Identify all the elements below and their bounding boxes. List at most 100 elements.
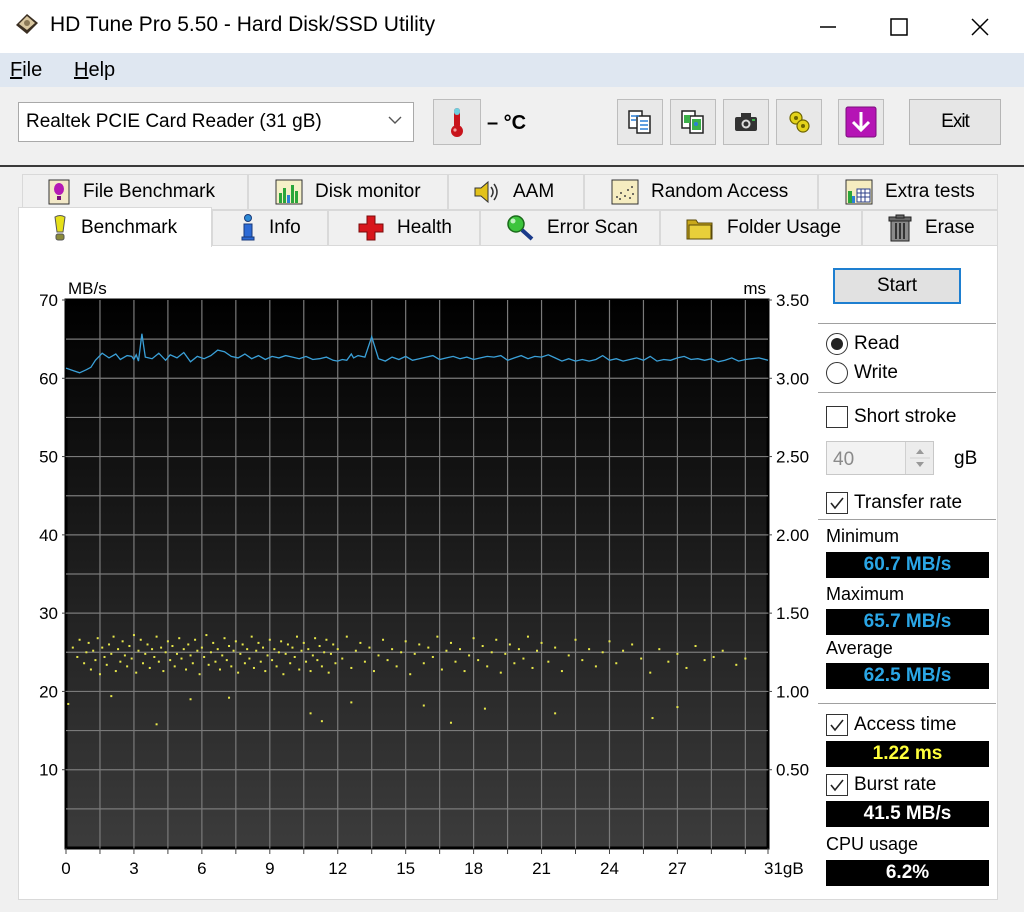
access-time-point [391, 648, 394, 651]
access-time-point [103, 655, 106, 658]
y-right-tick-label: 2.50 [776, 448, 809, 467]
access-time-point [94, 659, 97, 662]
access-time-point [126, 665, 129, 668]
access-time-point [336, 648, 339, 651]
access-time-point [567, 654, 570, 657]
y-left-tick-label: 20 [39, 682, 58, 701]
access-time-point [490, 651, 493, 654]
close-button[interactable] [945, 0, 1015, 53]
access-time-point [409, 673, 412, 676]
access-time-point [649, 671, 652, 674]
access-time-point [314, 637, 317, 640]
x-tick-label: 15 [396, 859, 415, 878]
access-time-point [554, 646, 557, 649]
access-time-point [105, 663, 108, 666]
download-button[interactable] [838, 99, 884, 145]
access-time-point [128, 645, 131, 648]
access-time-point [318, 645, 321, 648]
extra-tests-icon [845, 179, 873, 205]
tab-erase[interactable]: Erase [862, 210, 998, 246]
maximize-button[interactable] [864, 0, 934, 53]
access-time-point [89, 668, 92, 671]
access-time-point [581, 659, 584, 662]
minimum-label: Minimum [826, 526, 900, 546]
access-time-point [151, 648, 154, 651]
transfer-rate-checkbox[interactable]: Transfer rate [826, 492, 962, 514]
y-left-tick-label: 30 [39, 604, 58, 623]
access-time-point [71, 646, 74, 649]
short-stroke-size-input[interactable]: 40 [826, 441, 934, 475]
access-time-point [119, 660, 122, 663]
access-time-point [305, 660, 308, 663]
access-time-point [431, 655, 434, 658]
short-stroke-label: Short stroke [854, 406, 957, 427]
access-time-point [255, 649, 258, 652]
access-time-point [178, 637, 181, 640]
exit-button[interactable]: Exit [909, 99, 1001, 145]
access-time-point [413, 652, 416, 655]
average-value: 62.5 MB/s [826, 663, 989, 689]
transfer-rate-label: Transfer rate [854, 492, 963, 513]
access-time-point [289, 662, 292, 665]
access-time-point [180, 657, 183, 660]
access-time-point [526, 635, 529, 638]
access-time-point [216, 648, 219, 651]
checkmark-icon [830, 719, 844, 732]
tab-extra-tests[interactable]: Extra tests [818, 174, 998, 210]
access-time-point [459, 648, 462, 651]
burst-rate-value: 41.5 MB/s [826, 801, 989, 827]
access-time-point [382, 638, 385, 641]
y-axis-right-label: ms [743, 279, 766, 298]
benchmark-icon [54, 214, 66, 240]
access-time-point [243, 662, 246, 665]
start-button[interactable]: Start [833, 268, 961, 304]
x-tick-label: 6 [197, 859, 206, 878]
access-time-point [187, 643, 190, 646]
y-right-tick-label: 3.50 [776, 291, 809, 310]
access-time-point [334, 662, 337, 665]
maximize-icon [890, 17, 908, 36]
access-time-point [96, 637, 99, 640]
read-radio[interactable]: Read [826, 333, 899, 355]
y-right-tick-label: 0.50 [776, 761, 809, 780]
access-time-point [323, 651, 326, 654]
access-time-point [207, 663, 210, 666]
access-time-point [196, 649, 199, 652]
access-time-point [418, 643, 421, 646]
access-time-point [472, 637, 475, 640]
access-time-point [316, 659, 319, 662]
access-time-point [658, 648, 661, 651]
access-time-point [241, 643, 244, 646]
access-time-point [640, 657, 643, 660]
access-time-point [277, 651, 280, 654]
access-time-point [341, 657, 344, 660]
access-time-point [284, 652, 287, 655]
access-time-point [169, 659, 172, 662]
burst-rate-label: Burst rate [854, 774, 937, 795]
access-time-point [601, 651, 604, 654]
access-time-point [495, 638, 498, 641]
access-time-point [259, 660, 262, 663]
burst-rate-box [826, 774, 848, 796]
access-time-point [483, 707, 486, 710]
access-time-point [386, 659, 389, 662]
access-time-point [250, 635, 253, 638]
access-time-point [531, 666, 534, 669]
write-radio[interactable]: Write [826, 362, 898, 384]
access-time-point [311, 654, 314, 657]
access-time-checkbox[interactable]: Access time [826, 714, 956, 736]
access-time-point [182, 648, 185, 651]
access-time-point [440, 668, 443, 671]
burst-rate-checkbox[interactable]: Burst rate [826, 774, 936, 796]
access-time-point [123, 654, 126, 657]
short-stroke-checkbox[interactable]: Short stroke [826, 406, 956, 428]
access-time-point [536, 649, 539, 652]
access-time-point [257, 641, 260, 644]
access-time-point [631, 643, 634, 646]
access-time-point [221, 654, 224, 657]
tab-benchmark[interactable]: Benchmark [18, 207, 212, 247]
access-time-point [101, 646, 104, 649]
spin-buttons[interactable] [905, 442, 933, 474]
access-time-point [445, 649, 448, 652]
access-time-point [230, 665, 233, 668]
